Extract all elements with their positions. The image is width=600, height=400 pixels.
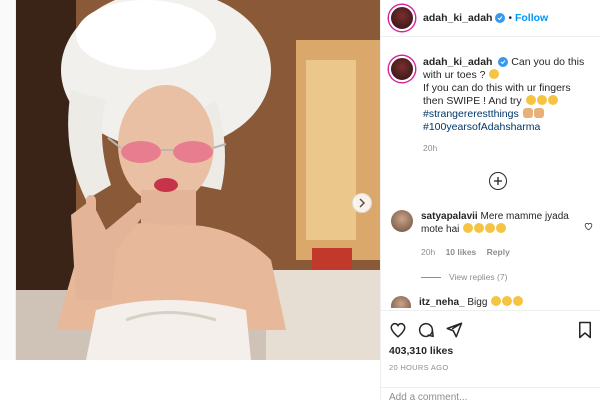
ok-hand-emoji-icon bbox=[533, 108, 544, 118]
grin-emoji-icon bbox=[525, 95, 536, 105]
separator-dot: • bbox=[508, 12, 512, 24]
caption-username[interactable]: adah_ki_adah bbox=[423, 56, 492, 68]
next-slide-button[interactable] bbox=[352, 193, 372, 213]
comment-time[interactable]: 20h bbox=[421, 247, 435, 257]
monkey-emoji-icon bbox=[485, 223, 496, 233]
commenter-avatar[interactable] bbox=[391, 296, 411, 308]
smiley-emoji-icon bbox=[489, 69, 500, 79]
fire-emoji-icon bbox=[491, 296, 502, 306]
comment-item: itz_neha_ Bigg bbox=[389, 296, 599, 308]
next-arrow-icon bbox=[359, 198, 366, 208]
comment-meta: 20h 10 likes Reply bbox=[421, 246, 581, 259]
comment-body: satyapalavii Mere mamme jyada mote hai 2… bbox=[421, 210, 581, 259]
fire-emoji-icon bbox=[513, 296, 524, 306]
post-sidebar: adah_ki_adah • Follow adah_ki_adah Can y… bbox=[380, 0, 600, 400]
commenter-username[interactable]: satyapalavii bbox=[421, 211, 478, 222]
post-header: adah_ki_adah • Follow bbox=[381, 0, 600, 37]
grin-emoji-icon bbox=[547, 95, 558, 105]
monkey-emoji-icon bbox=[474, 223, 485, 233]
post-photo[interactable] bbox=[16, 0, 380, 360]
post-timestamp: 20 HOURS AGO bbox=[389, 363, 449, 372]
monkey-emoji-icon bbox=[463, 223, 474, 233]
load-more-icon bbox=[494, 177, 502, 185]
likes-count[interactable]: 403,310 likes bbox=[381, 345, 600, 357]
comment-icon[interactable] bbox=[417, 321, 435, 339]
hashtag-text: #strangererestthings bbox=[423, 108, 519, 120]
caption-body: adah_ki_adah Can you do this with ur toe… bbox=[423, 56, 593, 155]
action-icons bbox=[381, 311, 600, 341]
bookmark-icon[interactable] bbox=[577, 321, 593, 339]
hand-emoji-icon bbox=[522, 108, 533, 118]
caption-avatar[interactable] bbox=[389, 56, 415, 82]
verified-icon bbox=[495, 13, 506, 23]
avatar[interactable] bbox=[389, 5, 415, 31]
hashtag-strangererestthings[interactable]: #strangererestthings bbox=[423, 108, 593, 121]
verified-icon bbox=[498, 57, 509, 67]
view-replies-link[interactable]: View replies (7) bbox=[421, 272, 507, 282]
hashtag-100yearsofadahsharma[interactable]: #100yearsofAdahsharma bbox=[423, 121, 593, 134]
load-more-comments-button[interactable] bbox=[489, 172, 507, 190]
post-actions: 403,310 likes 20 HOURS AGO Add a comment… bbox=[381, 310, 600, 400]
caption: adah_ki_adah Can you do this with ur toe… bbox=[389, 56, 595, 155]
monkey-emoji-icon bbox=[496, 223, 507, 233]
caption-time[interactable]: 20h bbox=[423, 142, 593, 155]
post-username[interactable]: adah_ki_adah bbox=[423, 12, 492, 24]
comment-text: Bigg bbox=[467, 297, 488, 308]
share-icon[interactable] bbox=[445, 321, 463, 339]
replies-divider bbox=[421, 276, 441, 278]
heart-icon[interactable] bbox=[389, 321, 407, 339]
comment-likes[interactable]: 10 likes bbox=[446, 247, 477, 257]
photo-illustration bbox=[16, 0, 380, 360]
left-gutter bbox=[0, 0, 16, 360]
commenter-avatar[interactable] bbox=[391, 210, 413, 232]
commenter-username[interactable]: itz_neha_ bbox=[419, 297, 465, 308]
reply-button[interactable]: Reply bbox=[487, 247, 510, 257]
add-comment-input[interactable]: Add a comment... bbox=[381, 387, 600, 400]
grin-emoji-icon bbox=[536, 95, 547, 105]
view-replies-label: View replies (7) bbox=[449, 272, 508, 282]
comment-body: itz_neha_ Bigg bbox=[419, 296, 579, 308]
comment-heart-icon[interactable] bbox=[584, 218, 593, 236]
comment-item: satyapalavii Mere mamme jyada mote hai 2… bbox=[389, 210, 599, 259]
follow-button[interactable]: Follow bbox=[515, 12, 548, 24]
fire-emoji-icon bbox=[502, 296, 513, 306]
